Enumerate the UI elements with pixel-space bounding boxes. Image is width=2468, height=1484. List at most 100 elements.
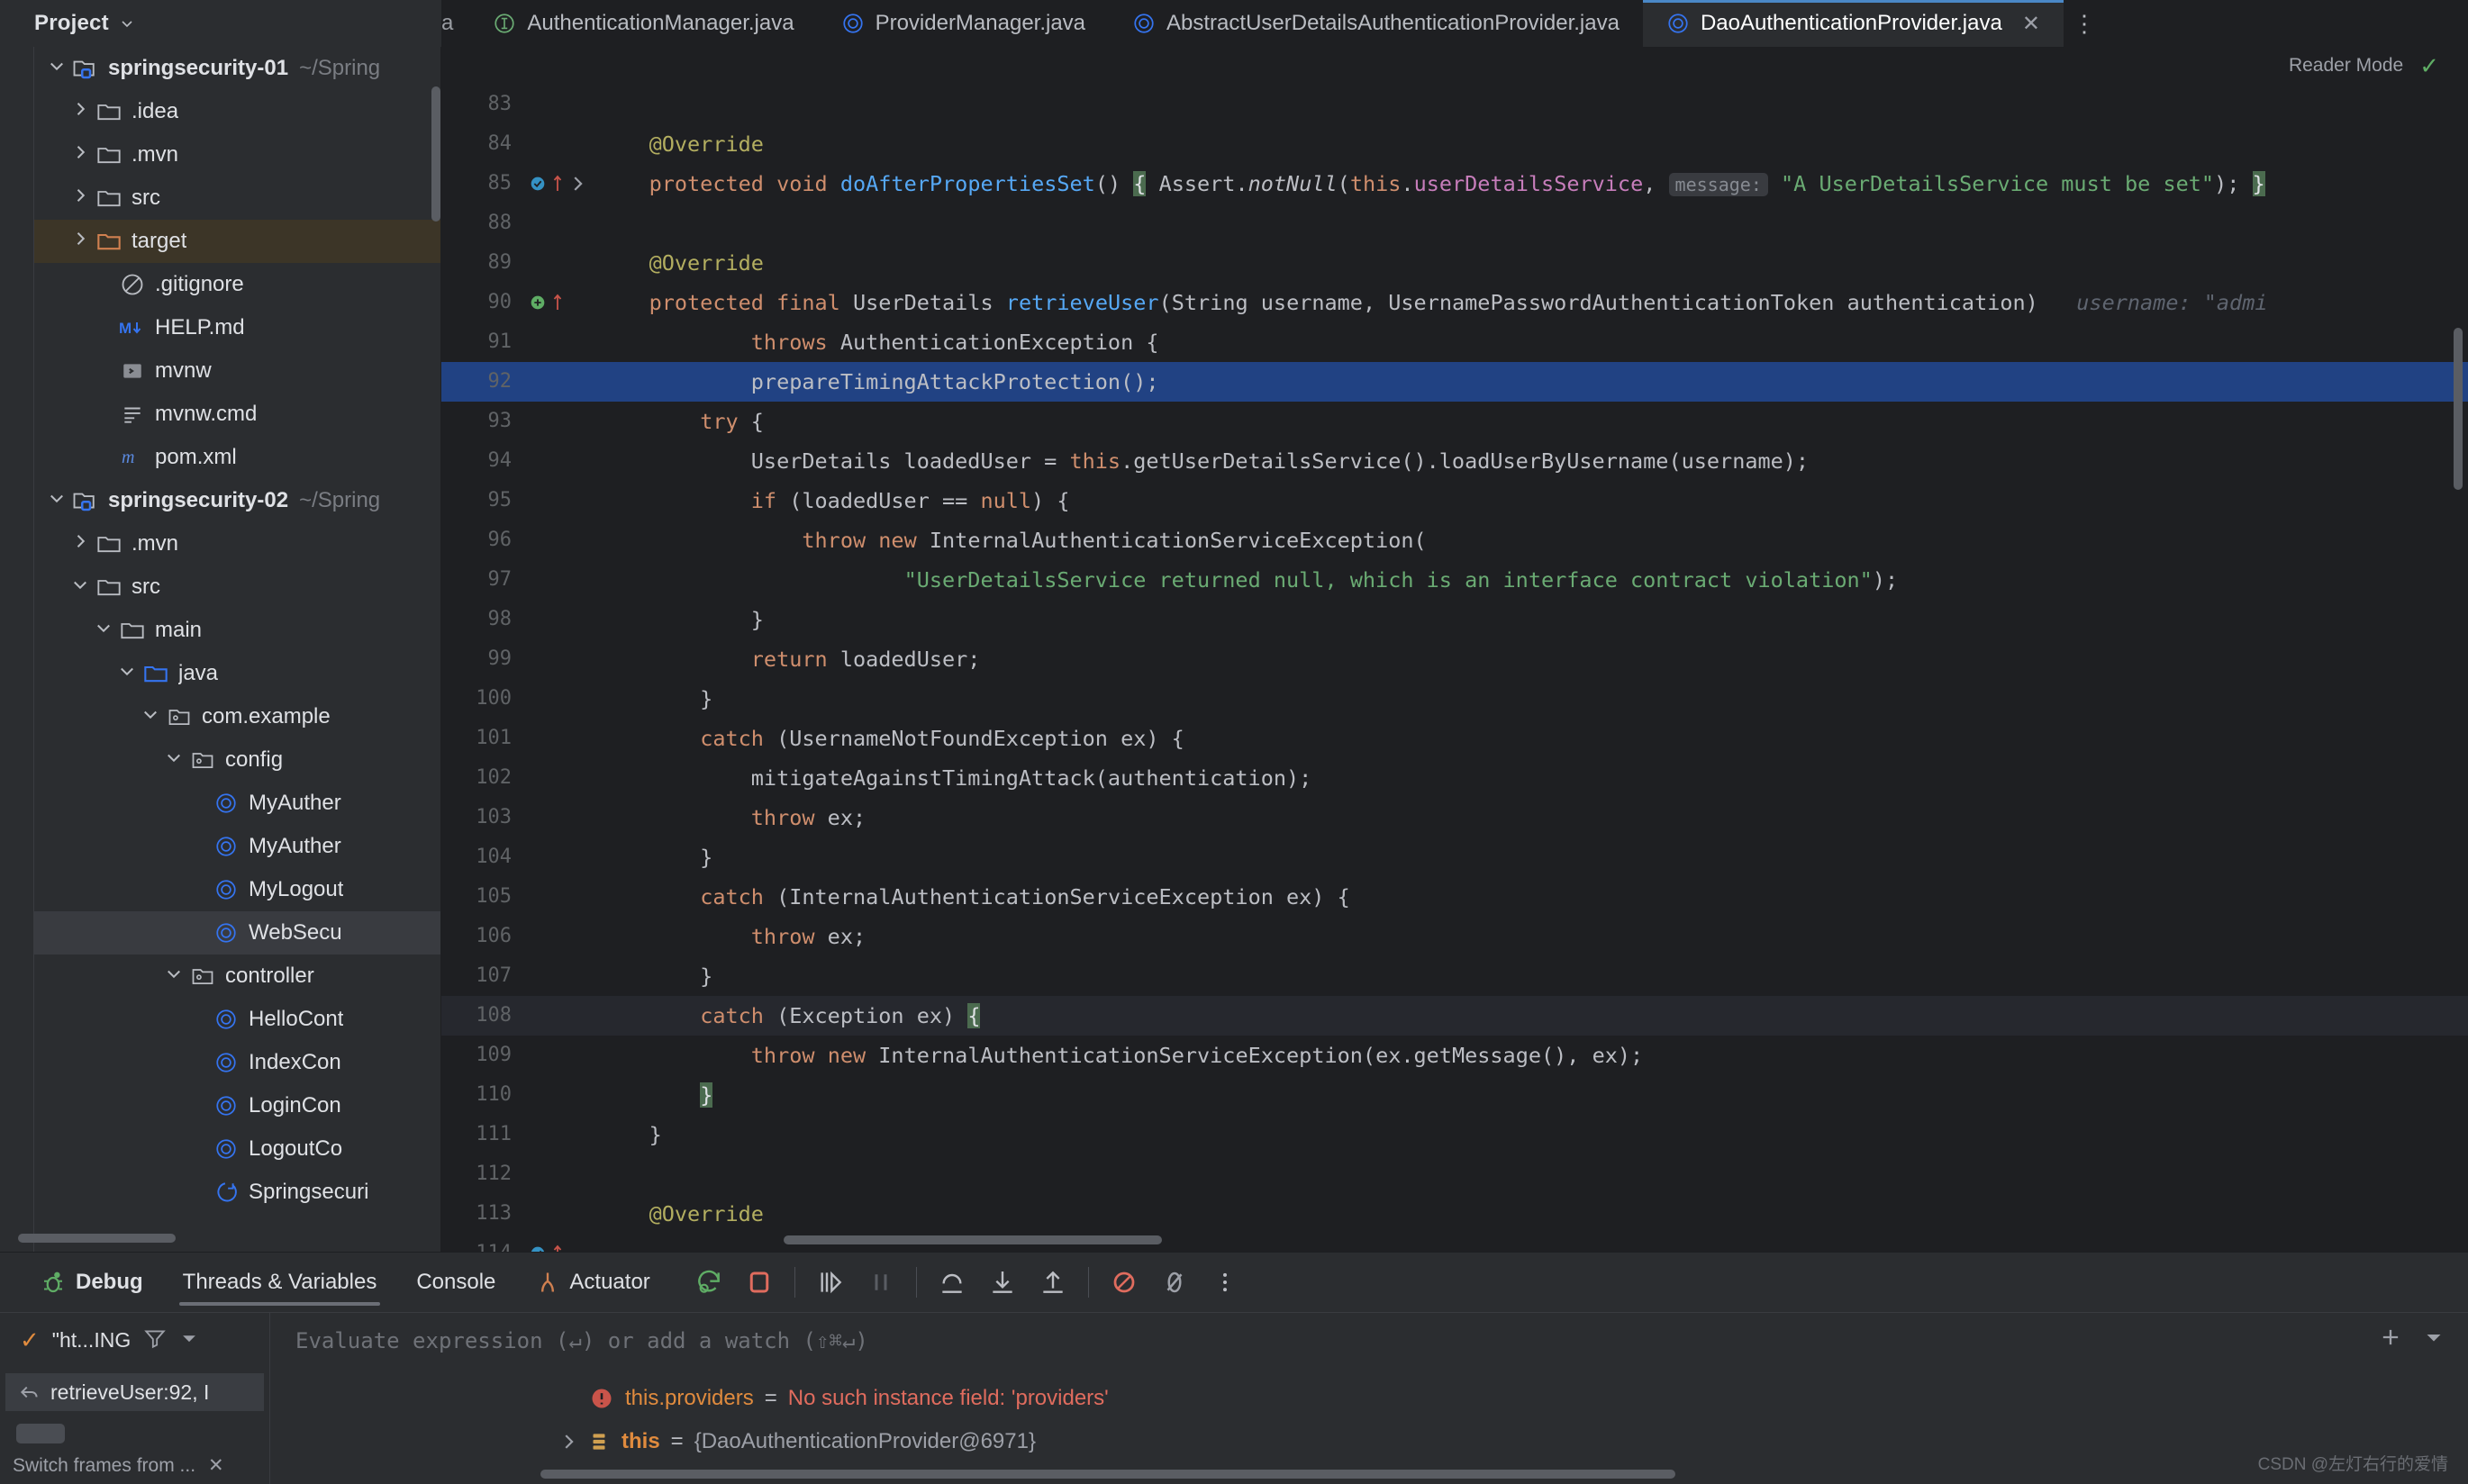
tree-item--idea[interactable]: .idea: [34, 90, 440, 133]
reader-mode-label[interactable]: Reader Mode: [2289, 55, 2403, 77]
code-line-110[interactable]: 110 }: [441, 1075, 2468, 1115]
chevron-right-icon[interactable]: [67, 186, 94, 211]
chevron-right-icon[interactable]: [558, 1432, 578, 1452]
thread-selector[interactable]: ✓ "ht...ING: [0, 1313, 270, 1368]
chevron-down-icon[interactable]: [43, 56, 70, 81]
chevron-down-icon[interactable]: [71, 575, 89, 600]
code-line-97[interactable]: 97 "UserDetailsService returned null, wh…: [441, 560, 2468, 600]
chevron-right-icon[interactable]: [71, 186, 89, 211]
chevron-down-icon[interactable]: [48, 488, 66, 513]
step-out-icon[interactable]: [1038, 1267, 1068, 1298]
overrides-arrow-icon[interactable]: [550, 1243, 565, 1252]
tree-item-mvnw-cmd[interactable]: mvnw.cmd: [34, 393, 440, 436]
debug-tab-threads---variables[interactable]: Threads & Variables: [163, 1270, 397, 1306]
code-line-101[interactable]: 101 catch (UsernameNotFoundException ex)…: [441, 719, 2468, 758]
stop-icon[interactable]: [744, 1267, 775, 1298]
chevron-right-icon[interactable]: [67, 99, 94, 124]
code-line-109[interactable]: 109 throw new InternalAuthenticationServ…: [441, 1036, 2468, 1075]
tree-item--mvn[interactable]: .mvn: [34, 522, 440, 566]
chevron-down-icon[interactable]: [2423, 1326, 2445, 1354]
code-line-105[interactable]: 105 catch (InternalAuthenticationService…: [441, 877, 2468, 917]
add-watch-icon[interactable]: [2378, 1325, 2403, 1356]
tree-item-indexcon[interactable]: IndexCon: [34, 1041, 440, 1084]
view-breakpoints-icon[interactable]: [1159, 1267, 1190, 1298]
breakpoint-green-icon[interactable]: [528, 293, 548, 312]
code-line-93[interactable]: 93 try {: [441, 402, 2468, 441]
code-line-96[interactable]: 96 throw new InternalAuthenticationServi…: [441, 520, 2468, 560]
debug-tab-console[interactable]: Console: [396, 1270, 515, 1295]
breakpoint-icon[interactable]: [528, 174, 548, 194]
tree-item-logincon[interactable]: LoginCon: [34, 1084, 440, 1127]
tree-item-myauther[interactable]: MyAuther: [34, 825, 440, 868]
editor-tab-1[interactable]: AuthenticationManager.java: [469, 0, 817, 47]
tree-item-com-example[interactable]: com.example: [34, 695, 440, 738]
sidebar-vertical-scrollbar[interactable]: [431, 86, 440, 222]
tree-item--mvn[interactable]: .mvn: [34, 133, 440, 176]
chevron-down-icon[interactable]: [67, 575, 94, 600]
code-line-98[interactable]: 98 }: [441, 600, 2468, 639]
project-tool-window-header[interactable]: Project: [0, 0, 441, 47]
mute-breakpoints-icon[interactable]: [1109, 1267, 1139, 1298]
filter-icon[interactable]: [143, 1326, 167, 1355]
chevron-down-icon[interactable]: [48, 56, 66, 81]
code-line-88[interactable]: 88: [441, 204, 2468, 243]
editor-tab-3[interactable]: AbstractUserDetailsAuthenticationProvide…: [1109, 0, 1643, 47]
code-line-89[interactable]: 89 @Override: [441, 243, 2468, 283]
tree-item-controller[interactable]: controller: [34, 955, 440, 998]
editor-vertical-scrollbar[interactable]: [2454, 328, 2463, 490]
chevron-right-icon[interactable]: [67, 229, 94, 254]
tree-item-mvnw[interactable]: mvnw: [34, 349, 440, 393]
code-line-104[interactable]: 104 }: [441, 837, 2468, 877]
chevron-down-icon[interactable]: [113, 661, 141, 686]
chevron-down-icon[interactable]: [141, 704, 159, 729]
tree-item--gitignore[interactable]: .gitignore: [34, 263, 440, 306]
tree-item-hellocont[interactable]: HelloCont: [34, 998, 440, 1041]
gutter-markers[interactable]: [524, 173, 583, 195]
code-line-108[interactable]: 108 catch (Exception ex) {: [441, 996, 2468, 1036]
chevron-down-icon[interactable]: [95, 618, 113, 643]
check-icon[interactable]: ✓: [2419, 52, 2439, 80]
editor-tab-2[interactable]: ProviderManager.java: [818, 0, 1109, 47]
tree-item-target[interactable]: target: [34, 220, 440, 263]
overrides-arrow-icon[interactable]: [550, 173, 565, 195]
gutter-markers[interactable]: [524, 292, 578, 313]
project-tree[interactable]: springsecurity-01 ~/Spring .idea .mvn src tar…: [34, 47, 440, 1226]
code-line-113[interactable]: 113 @Override: [441, 1194, 2468, 1234]
tree-item-src[interactable]: src: [34, 176, 440, 220]
code-line-92[interactable]: 92 prepareTimingAttackProtection();: [441, 362, 2468, 402]
step-over-icon[interactable]: [937, 1267, 967, 1298]
tree-item-logoutco[interactable]: LogoutCo: [34, 1127, 440, 1171]
chevron-right-icon[interactable]: [71, 229, 89, 254]
code-line-94[interactable]: 94 UserDetails loadedUser = this.getUser…: [441, 441, 2468, 481]
chevron-down-icon[interactable]: [120, 16, 134, 31]
tree-item-pom-xml[interactable]: m pom.xml: [34, 436, 440, 479]
debug-tab-actuator[interactable]: Actuator: [515, 1270, 669, 1295]
more-vertical-icon[interactable]: [1210, 1267, 1240, 1298]
editor-horizontal-scrollbar[interactable]: [784, 1235, 1162, 1244]
chevron-down-icon[interactable]: [137, 704, 164, 729]
overrides-arrow-icon[interactable]: [550, 292, 565, 313]
code-line-114[interactable]: 114: [441, 1234, 2468, 1252]
code-line-102[interactable]: 102 mitigateAgainstTimingAttack(authenti…: [441, 758, 2468, 798]
editor-tab-4[interactable]: DaoAuthenticationProvider.java ✕: [1642, 0, 2064, 47]
code-line-103[interactable]: 103 throw ex;: [441, 798, 2468, 837]
tree-item-springsecuri[interactable]: Springsecuri: [34, 1171, 440, 1214]
variables-horizontal-scrollbar[interactable]: [540, 1470, 1675, 1479]
code-area[interactable]: 83 84 @Override 85 protected void doAfterP…: [441, 85, 2468, 1252]
code-line-84[interactable]: 84 @Override: [441, 124, 2468, 164]
chevron-down-icon[interactable]: [179, 1328, 199, 1353]
chevron-down-icon[interactable]: [160, 747, 187, 773]
tab-more-icon[interactable]: ⋮: [2064, 0, 2116, 47]
chevron-right-icon[interactable]: [67, 142, 94, 167]
editor-tab-0[interactable]: a: [441, 0, 469, 47]
chevron-right-icon[interactable]: [71, 99, 89, 124]
code-line-85[interactable]: 85 protected void doAfterPropertiesSet()…: [441, 164, 2468, 204]
chevron-down-icon[interactable]: [165, 964, 183, 989]
chevron-right-icon[interactable]: [71, 531, 89, 556]
tree-item-myauther[interactable]: MyAuther: [34, 782, 440, 825]
code-line-95[interactable]: 95 if (loadedUser == null) {: [441, 481, 2468, 520]
tree-item-mylogout[interactable]: MyLogout: [34, 868, 440, 911]
tree-item-springsecurity-02[interactable]: springsecurity-02 ~/Spring: [34, 479, 440, 522]
chevron-right-icon[interactable]: [67, 531, 94, 556]
code-line-100[interactable]: 100 }: [441, 679, 2468, 719]
